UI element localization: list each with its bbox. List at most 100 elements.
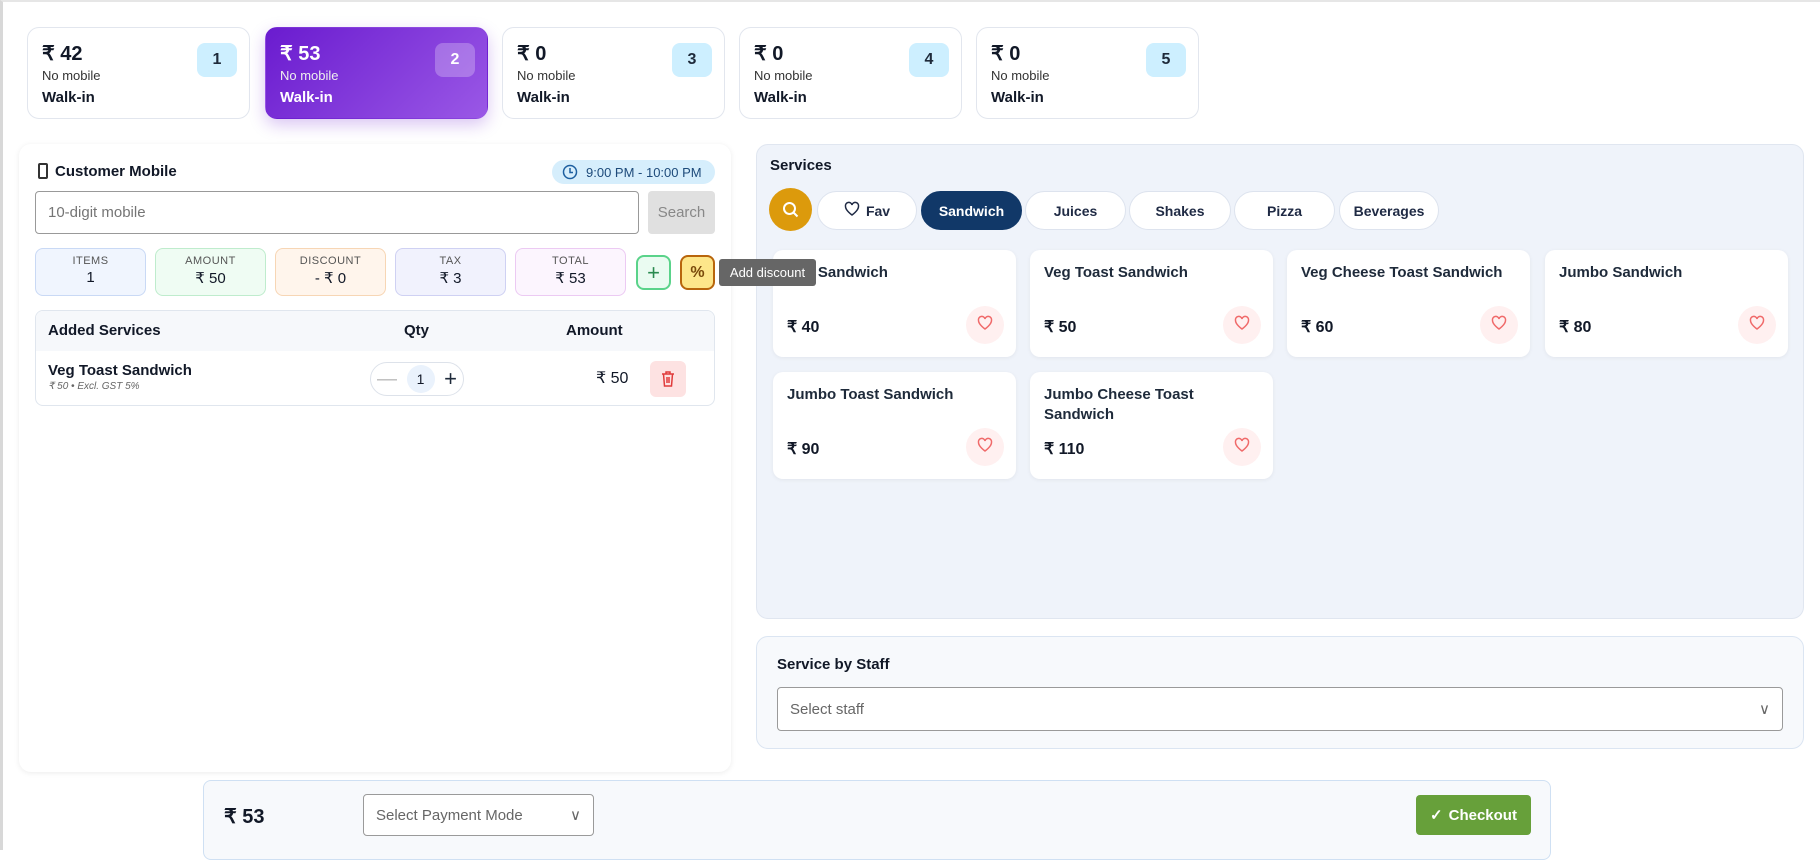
checkout-button[interactable]: ✓ Checkout [1416, 795, 1531, 835]
service-price: ₹ 90 [787, 441, 820, 458]
search-button[interactable]: Search [648, 191, 715, 234]
time-slot-badge: 9:00 PM - 10:00 PM [552, 160, 715, 184]
favorite-button[interactable] [966, 428, 1004, 466]
service-card[interactable]: Jumbo Toast Sandwich ₹ 90 [773, 372, 1016, 479]
tab-pizza[interactable]: Pizza [1234, 191, 1335, 230]
service-card[interactable]: Veg Cheese Toast Sandwich ₹ 60 [1287, 250, 1530, 357]
increment-button[interactable]: + [444, 366, 457, 392]
services-title: Services [770, 157, 832, 174]
item-meta: ₹ 50 • Excl. GST 5% [48, 381, 140, 392]
mobile-input[interactable] [35, 191, 639, 234]
discount-button[interactable]: % [680, 255, 715, 290]
tab-shakes[interactable]: Shakes [1129, 191, 1231, 230]
header-qty: Qty [404, 322, 430, 339]
header-services: Added Services [48, 322, 161, 339]
service-price: ₹ 40 [787, 319, 820, 336]
ticket-card-1[interactable]: ₹ 42 No mobile Walk-in 1 [27, 27, 250, 119]
heart-icon [1234, 315, 1250, 336]
stat-label: TOTAL [552, 255, 589, 267]
chevron-down-icon: ∨ [570, 807, 581, 824]
service-card[interactable]: Veg Toast Sandwich ₹ 50 [1030, 250, 1273, 357]
service-name: Jumbo Toast Sandwich [787, 386, 954, 403]
ticket-number-badge: 4 [909, 43, 949, 77]
favorite-button[interactable] [1223, 428, 1261, 466]
tab-label: Pizza [1266, 202, 1302, 219]
trash-icon [662, 371, 674, 387]
delete-button[interactable] [650, 361, 686, 397]
stat-value: ₹ 3 [439, 270, 462, 287]
heart-icon [977, 437, 993, 458]
discount-tooltip: Add discount [719, 259, 816, 286]
ticket-customer: Walk-in [517, 89, 570, 106]
plus-icon: + [647, 259, 660, 285]
staff-title: Service by Staff [777, 656, 890, 673]
table-row: Veg Toast Sandwich ₹ 50 • Excl. GST 5% —… [36, 351, 714, 405]
tab-label: Shakes [1155, 202, 1205, 219]
payment-mode-value: Select Payment Mode [376, 806, 523, 824]
staff-select[interactable]: Select staff ∨ [777, 687, 1783, 731]
ticket-card-4[interactable]: ₹ 0 No mobile Walk-in 4 [739, 27, 962, 119]
tab-fav[interactable]: Fav [817, 191, 917, 230]
add-button[interactable]: + [636, 255, 671, 290]
service-card[interactable]: Jumbo Cheese Toast Sandwich ₹ 110 [1030, 372, 1273, 479]
cart-panel [19, 144, 731, 772]
tab-label: Juices [1053, 202, 1098, 219]
tab-label: Sandwich [938, 202, 1005, 219]
favorite-button[interactable] [1223, 306, 1261, 344]
tab-label: Beverages [1353, 202, 1425, 219]
service-search-button[interactable] [769, 188, 812, 231]
tab-sandwich[interactable]: Sandwich [921, 191, 1022, 230]
payment-mode-select[interactable]: Select Payment Mode ∨ [363, 794, 594, 836]
tab-juices[interactable]: Juices [1025, 191, 1126, 230]
qty-value: 1 [406, 365, 435, 393]
tab-label: Fav [865, 202, 891, 219]
stat-label: DISCOUNT [299, 255, 362, 267]
cart-table: Added Services Qty Amount Veg Toast Sand… [35, 310, 715, 406]
quantity-stepper[interactable]: — 1 + [370, 362, 464, 396]
item-name: Veg Toast Sandwich [48, 362, 192, 379]
ticket-customer: Walk-in [754, 89, 807, 106]
time-slot-text: 9:00 PM - 10:00 PM [586, 164, 702, 180]
ticket-customer: Walk-in [42, 89, 95, 106]
ticket-customer: Walk-in [991, 89, 1044, 106]
favorite-button[interactable] [1738, 306, 1776, 344]
service-price: ₹ 80 [1559, 319, 1592, 336]
favorite-button[interactable] [1480, 306, 1518, 344]
percent-icon: % [690, 263, 705, 281]
service-price: ₹ 110 [1044, 441, 1085, 458]
stat-items: ITEMS 1 [35, 248, 146, 296]
heart-icon [977, 315, 993, 336]
ticket-customer: Walk-in [280, 89, 333, 106]
favorite-button[interactable] [966, 306, 1004, 344]
heart-icon [1234, 437, 1250, 458]
search-icon [782, 201, 798, 217]
stat-value: - ₹ 0 [314, 270, 347, 287]
stat-value: ₹ 50 [195, 270, 226, 287]
ticket-card-2[interactable]: ₹ 53 No mobile Walk-in 2 [265, 27, 488, 119]
header-amount: Amount [566, 322, 623, 339]
ticket-number-badge: 1 [197, 43, 237, 77]
stat-total: TOTAL ₹ 53 [515, 248, 626, 296]
tab-beverages[interactable]: Beverages [1339, 191, 1439, 230]
stat-value: 1 [86, 269, 95, 286]
service-price: ₹ 50 [1044, 319, 1077, 336]
service-price: ₹ 60 [1301, 319, 1334, 336]
clock-icon [562, 164, 578, 180]
customer-mobile-title: Customer Mobile [55, 163, 177, 180]
ticket-number-badge: 2 [435, 43, 475, 77]
footer-total: ₹ 53 [224, 806, 265, 828]
ticket-card-3[interactable]: ₹ 0 No mobile Walk-in 3 [502, 27, 725, 119]
chevron-down-icon: ∨ [1759, 701, 1770, 718]
check-icon: ✓ [1430, 807, 1443, 824]
ticket-number-badge: 5 [1146, 43, 1186, 77]
service-name: Veg Cheese Toast Sandwich [1301, 264, 1503, 281]
heart-icon [844, 201, 860, 220]
decrement-button[interactable]: — [377, 368, 397, 391]
staff-select-value: Select staff [790, 700, 864, 718]
phone-icon [38, 163, 48, 179]
ticket-card-5[interactable]: ₹ 0 No mobile Walk-in 5 [976, 27, 1199, 119]
stat-label: TAX [439, 255, 462, 267]
stat-label: ITEMS [72, 255, 109, 267]
service-name: Jumbo Cheese Toast Sandwich [1044, 386, 1194, 423]
service-card[interactable]: Jumbo Sandwich ₹ 80 [1545, 250, 1788, 357]
